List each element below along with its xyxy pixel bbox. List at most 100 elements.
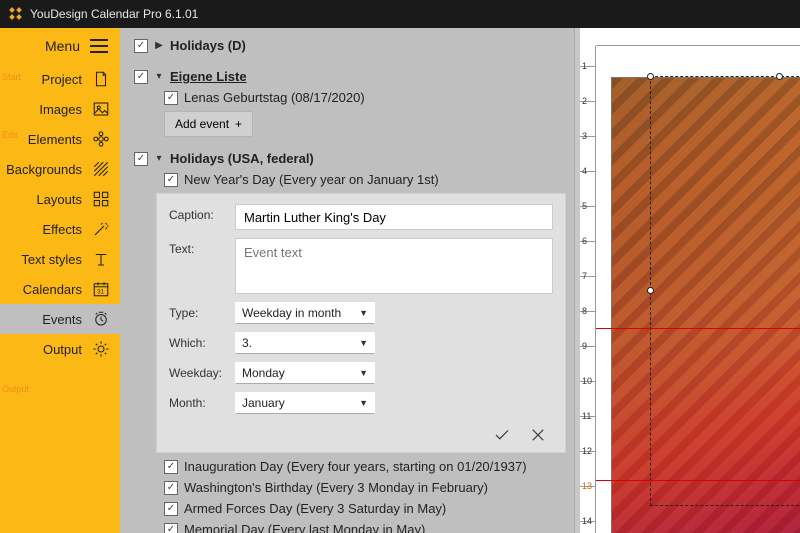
clock-icon [92, 310, 110, 328]
sidebar-item-label: Effects [42, 222, 82, 237]
checkbox-icon[interactable]: ✓ [164, 502, 178, 516]
sidebar-item-events[interactable]: Events [0, 304, 120, 334]
ruler-tick-label: 6 [582, 236, 587, 246]
checkbox-icon[interactable]: ✓ [164, 523, 178, 533]
type-select[interactable]: Weekday in month▼ [235, 302, 375, 324]
group-holidays-d[interactable]: ✓ ▶ Holidays (D) [134, 38, 566, 53]
sidebar-item-label: Project [42, 72, 82, 87]
event-label: New Year's Day (Every year on January 1s… [184, 172, 439, 187]
chevron-right-icon[interactable]: ▶ [154, 40, 164, 51]
section-start: Start [2, 72, 21, 82]
selection-handle[interactable] [647, 287, 654, 294]
plus-icon: + [235, 117, 242, 131]
sidebar-item-label: Events [42, 312, 82, 327]
section-output: Output [2, 384, 29, 394]
event-item[interactable]: ✓ Memorial Day (Every last Monday in May… [164, 522, 566, 533]
flower-icon [92, 130, 110, 148]
menu-label: Menu [45, 38, 80, 54]
sidebar-item-elements[interactable]: Elements [0, 124, 120, 154]
ruler-vertical: 1234567891011121314 [580, 46, 596, 533]
sidebar-item-textstyles[interactable]: Text styles [0, 244, 120, 274]
svg-text:31: 31 [97, 290, 104, 296]
ruler-tick-label: 1 [582, 61, 587, 71]
sidebar-item-output[interactable]: Output [0, 334, 120, 364]
sidebar-item-effects[interactable]: Effects [0, 214, 120, 244]
add-event-button[interactable]: Add event + [164, 111, 253, 137]
caret-down-icon: ▼ [359, 338, 368, 348]
titlebar: YouDesign Calendar Pro 6.1.01 [0, 0, 800, 28]
checkbox-icon[interactable]: ✓ [164, 460, 178, 474]
ruler-tick-label: 12 [582, 446, 592, 456]
confirm-icon[interactable] [493, 426, 511, 444]
month-select[interactable]: January▼ [235, 392, 375, 414]
guide-line[interactable] [596, 480, 800, 481]
checkbox-icon[interactable]: ✓ [134, 39, 148, 53]
caption-label: Caption: [169, 204, 227, 222]
ruler-tick-label: 14 [582, 516, 592, 526]
canvas-preview[interactable]: 1234567891011121314 [580, 28, 800, 533]
app-title: YouDesign Calendar Pro 6.1.01 [30, 7, 198, 21]
chevron-down-icon[interactable]: ▾ [154, 153, 164, 164]
sidebar-item-label: Layouts [36, 192, 82, 207]
add-event-label: Add event [175, 117, 229, 131]
text-icon [92, 250, 110, 268]
event-item[interactable]: ✓ Armed Forces Day (Every 3 Saturday in … [164, 501, 566, 516]
checkbox-icon[interactable]: ✓ [134, 70, 148, 84]
wand-icon [92, 220, 110, 238]
cancel-icon[interactable] [529, 426, 547, 444]
month-label: Month: [169, 392, 227, 410]
guide-line[interactable] [596, 328, 800, 329]
ruler-tick-label: 7 [582, 271, 587, 281]
event-label: Armed Forces Day (Every 3 Saturday in Ma… [184, 501, 446, 516]
caret-down-icon: ▼ [359, 308, 368, 318]
selection-frame[interactable] [650, 76, 800, 506]
event-editor: Caption: Text: Type: Weekday in month▼ W… [156, 193, 566, 453]
chevron-down-icon[interactable]: ▾ [154, 71, 164, 82]
calendar-icon: 31 [92, 280, 110, 298]
event-label: Lenas Geburtstag (08/17/2020) [184, 90, 365, 105]
menu-button[interactable]: Menu [0, 28, 120, 64]
hamburger-icon [90, 39, 108, 53]
sun-icon [92, 340, 110, 358]
selection-handle[interactable] [647, 73, 654, 80]
sidebar-item-label: Calendars [23, 282, 82, 297]
sidebar-item-label: Images [39, 102, 82, 117]
checkbox-icon[interactable]: ✓ [164, 91, 178, 105]
sidebar: Menu Start Project Edit Images Elements … [0, 28, 120, 533]
selection-handle[interactable] [776, 73, 783, 80]
caret-down-icon: ▼ [359, 398, 368, 408]
caption-input[interactable] [235, 204, 553, 230]
ruler-tick-label: 3 [582, 131, 587, 141]
ruler-tick-label: 5 [582, 201, 587, 211]
grid-icon [92, 190, 110, 208]
ruler-tick-label: 2 [582, 96, 587, 106]
sidebar-item-label: Output [43, 342, 82, 357]
checkbox-icon[interactable]: ✓ [164, 481, 178, 495]
event-item[interactable]: ✓ New Year's Day (Every year on January … [164, 172, 566, 187]
sidebar-item-layouts[interactable]: Layouts [0, 184, 120, 214]
hatch-icon [92, 160, 110, 178]
text-input[interactable] [235, 238, 553, 294]
sidebar-item-backgrounds[interactable]: Backgrounds [0, 154, 120, 184]
sidebar-item-label: Elements [28, 132, 82, 147]
sidebar-item-calendars[interactable]: Calendars 31 [0, 274, 120, 304]
type-label: Type: [169, 302, 227, 320]
group-eigene-liste[interactable]: ✓ ▾ Eigene Liste [134, 69, 566, 84]
ruler-horizontal [596, 28, 800, 46]
group-holidays-usa[interactable]: ✓ ▾ Holidays (USA, federal) [134, 151, 566, 166]
event-item[interactable]: ✓ Washington's Birthday (Every 3 Monday … [164, 480, 566, 495]
sidebar-item-images[interactable]: Images [0, 94, 120, 124]
ruler-tick-label: 9 [582, 341, 587, 351]
weekday-select[interactable]: Monday▼ [235, 362, 375, 384]
ruler-tick-label: 10 [582, 376, 592, 386]
weekday-label: Weekday: [169, 362, 227, 380]
which-select[interactable]: 3.▼ [235, 332, 375, 354]
image-icon [92, 100, 110, 118]
event-label: Memorial Day (Every last Monday in May) [184, 522, 425, 533]
event-item[interactable]: ✓ Lenas Geburtstag (08/17/2020) [164, 90, 566, 105]
event-item[interactable]: ✓ Inauguration Day (Every four years, st… [164, 459, 566, 474]
section-edit: Edit [2, 130, 18, 140]
ruler-tick-label: 8 [582, 306, 587, 316]
checkbox-icon[interactable]: ✓ [134, 152, 148, 166]
checkbox-icon[interactable]: ✓ [164, 173, 178, 187]
